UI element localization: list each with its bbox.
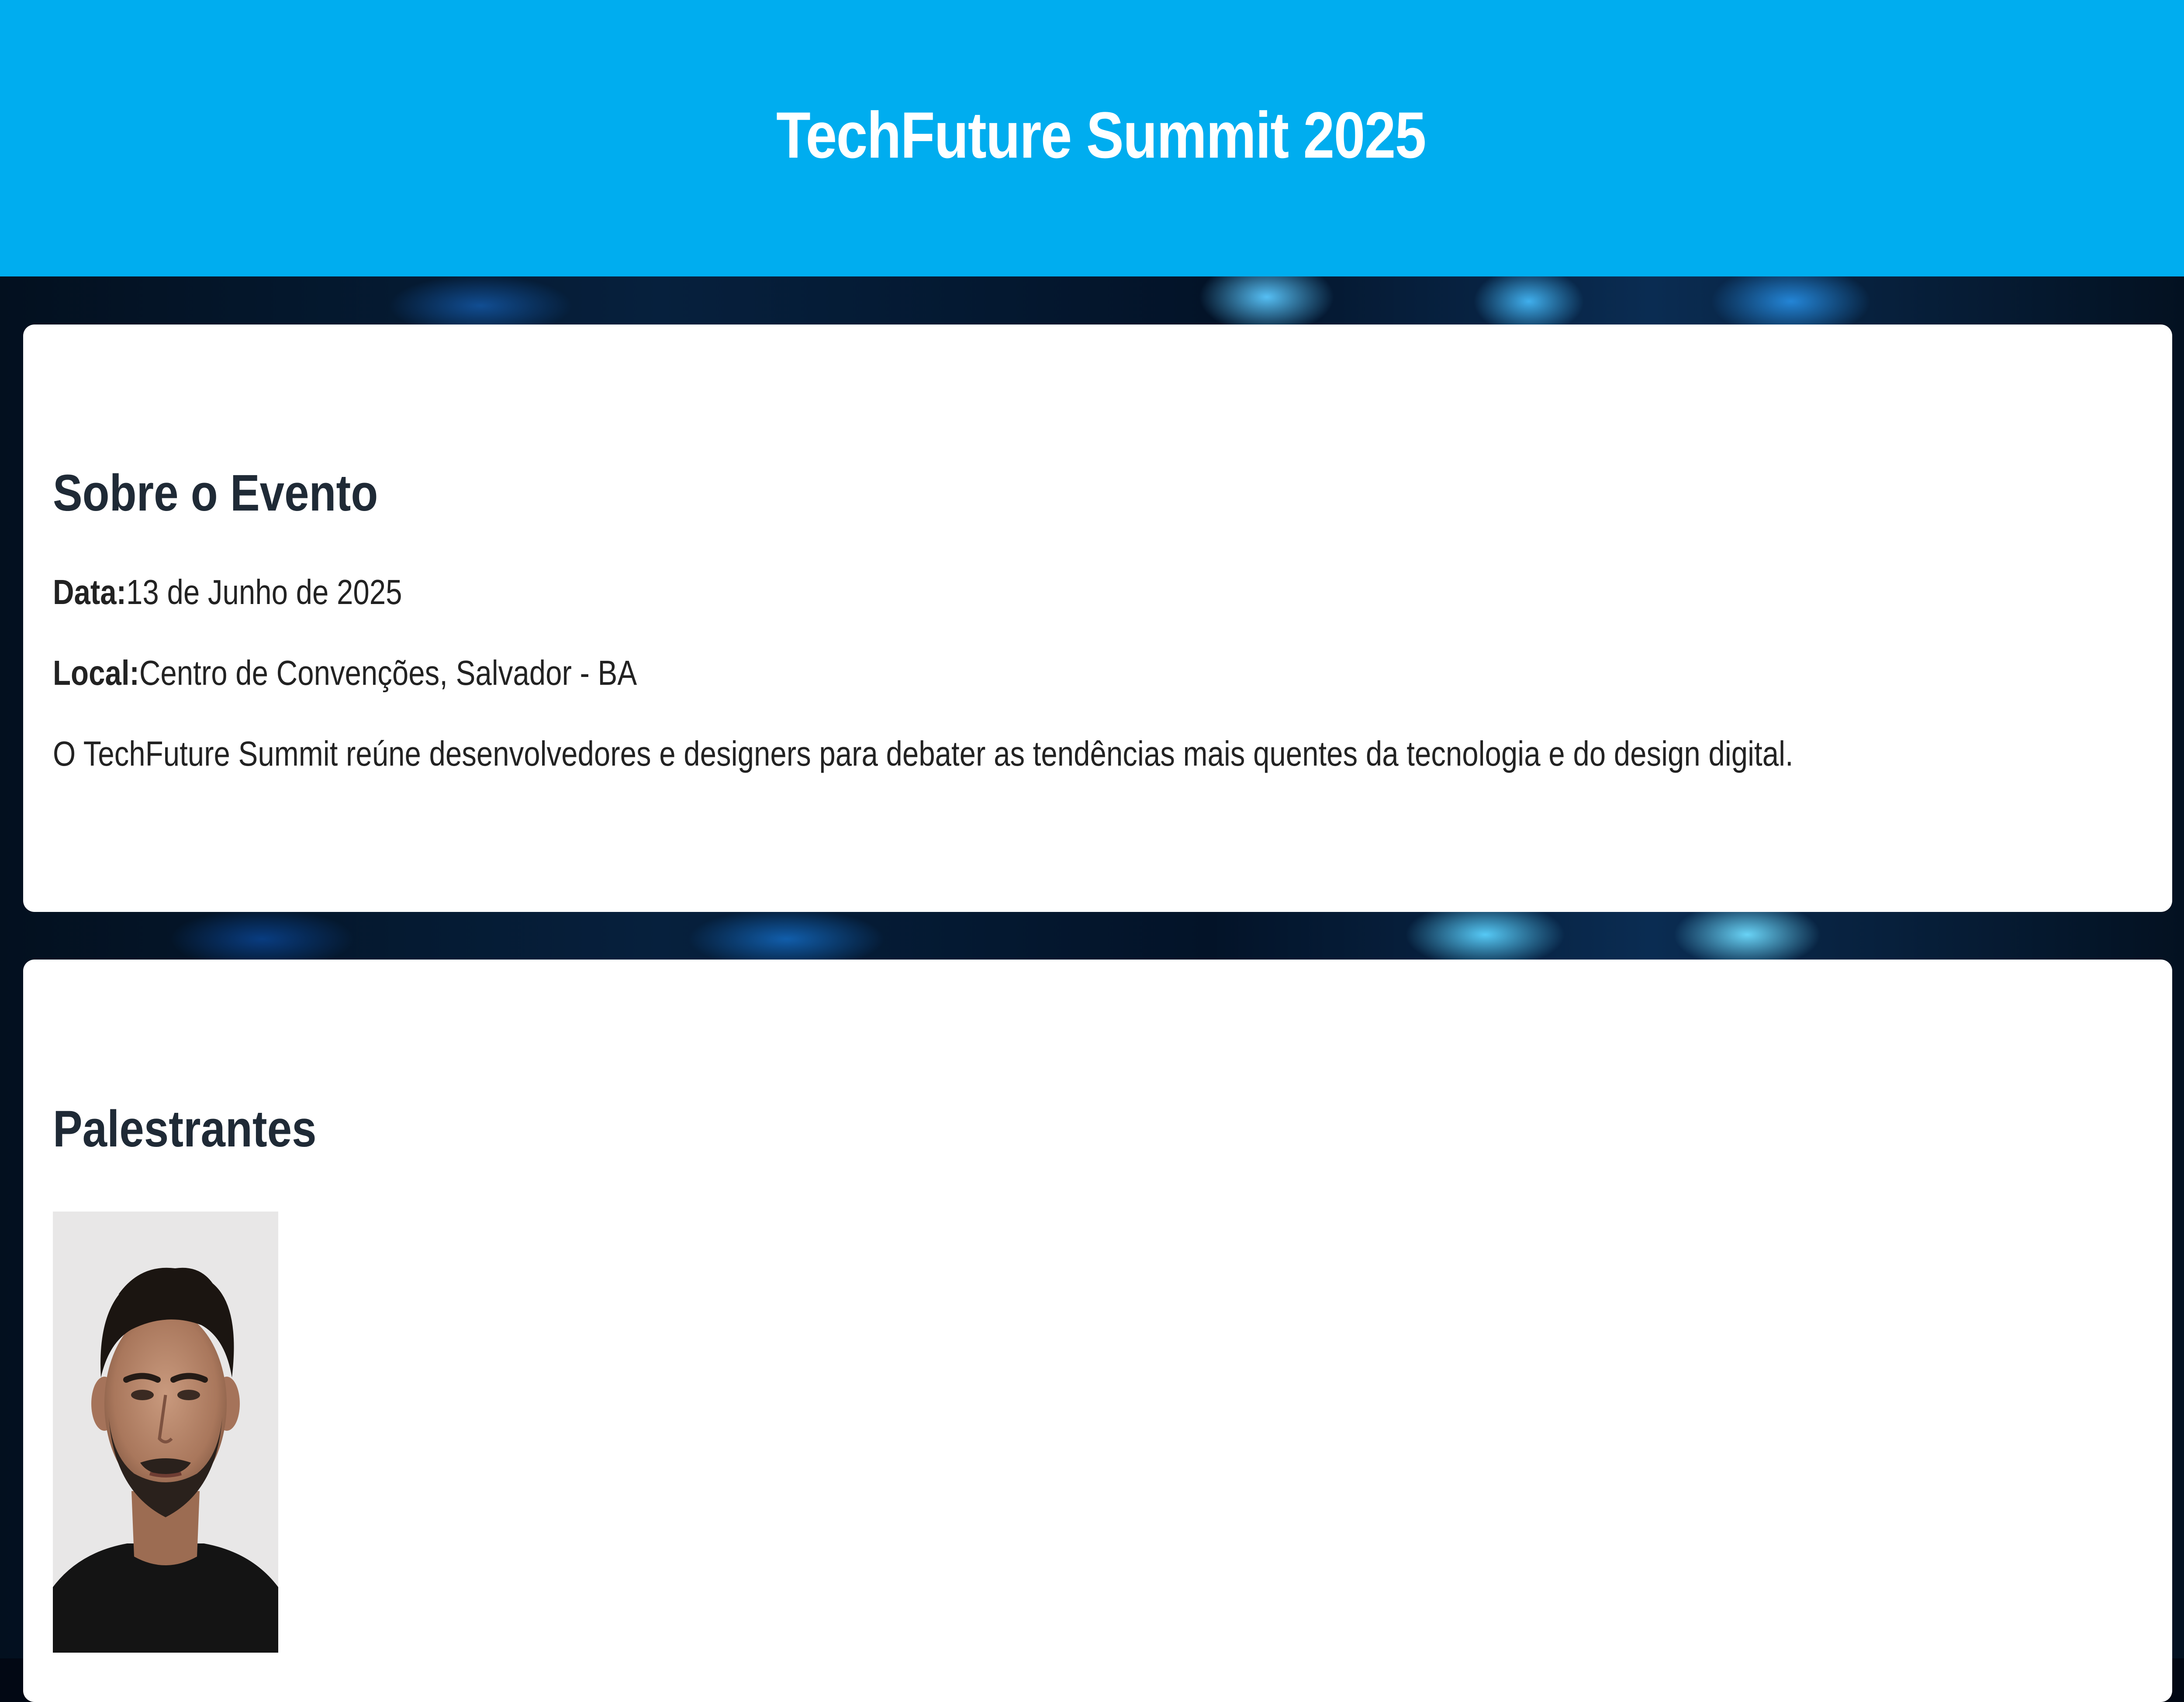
speaker-portrait-image bbox=[53, 1212, 278, 1653]
speaker-photo bbox=[53, 1212, 278, 1653]
about-heading: Sobre o Evento bbox=[53, 464, 378, 522]
speakers-heading: Palestrantes bbox=[53, 1100, 317, 1158]
page-title: TechFuture Summit 2025 bbox=[776, 98, 1426, 172]
date-value: 13 de Junho de 2025 bbox=[126, 573, 402, 611]
event-location: Local:Centro de Convenções, Salvador - B… bbox=[53, 653, 637, 693]
date-label: Data: bbox=[53, 573, 127, 611]
page-header: TechFuture Summit 2025 bbox=[0, 0, 2184, 276]
location-label: Local: bbox=[53, 653, 139, 692]
event-date: Data:13 de Junho de 2025 bbox=[53, 572, 402, 612]
speakers-section: Palestrantes bbox=[23, 960, 2172, 1702]
location-value: Centro de Convenções, Salvador - BA bbox=[139, 653, 637, 692]
event-description: O TechFuture Summit reúne desenvolvedore… bbox=[53, 734, 1794, 773]
about-section: Sobre o Evento Data:13 de Junho de 2025 … bbox=[23, 325, 2172, 912]
